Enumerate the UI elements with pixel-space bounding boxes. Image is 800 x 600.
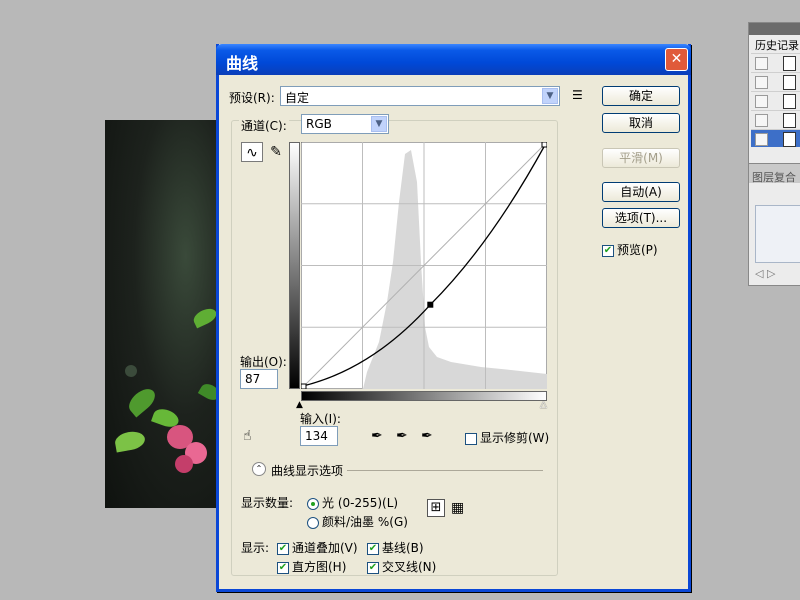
baseline-row[interactable]: ✔ 基线(B) <box>367 539 424 556</box>
history-doc-icon <box>783 56 796 71</box>
channel-select[interactable]: RGB ▼ <box>301 114 389 134</box>
auto-button[interactable]: 自动(A) <box>602 182 680 202</box>
curve-endpoint-white[interactable] <box>541 141 548 148</box>
show-clipping-label: 显示修剪(W) <box>480 431 550 445</box>
crosshair-row[interactable]: ✔ 交叉线(N) <box>367 558 436 575</box>
history-doc-icon <box>783 132 796 147</box>
histogram-label: 直方图(H) <box>292 560 347 574</box>
output-gradient-bar <box>289 142 300 389</box>
input-gradient-bar <box>301 391 547 401</box>
pigment-radio[interactable] <box>307 516 319 529</box>
close-icon[interactable]: ✕ <box>665 48 688 71</box>
separator <box>347 470 543 471</box>
history-row[interactable] <box>751 91 800 109</box>
pigment-radio-row[interactable]: 颜料/油墨 %(G) <box>307 513 408 530</box>
show-clipping-row[interactable]: 显示修剪(W) <box>465 429 549 446</box>
channel-overlay-row[interactable]: ✔ 通道叠加(V) <box>277 539 358 556</box>
crosshair-label: 交叉线(N) <box>382 560 437 574</box>
history-row[interactable] <box>751 53 800 71</box>
curve-control-point[interactable] <box>427 301 434 308</box>
history-row-selected[interactable] <box>751 129 800 147</box>
show-label: 显示: <box>241 541 270 555</box>
preset-options-icon[interactable]: ☰ <box>572 88 583 102</box>
channel-overlay-checkbox[interactable]: ✔ <box>277 542 289 555</box>
curve-graph[interactable] <box>300 141 548 390</box>
show-amount-label: 显示数量: <box>241 496 294 510</box>
detailed-grid-icon[interactable]: ▦ <box>451 499 464 517</box>
history-checkbox[interactable] <box>755 57 768 70</box>
history-row[interactable] <box>751 110 800 128</box>
history-checkbox[interactable] <box>755 76 768 89</box>
history-row[interactable] <box>751 72 800 90</box>
history-doc-icon <box>783 94 796 109</box>
baseline-checkbox[interactable]: ✔ <box>367 542 379 555</box>
input-label: 输入(I): <box>300 412 341 426</box>
preset-select[interactable]: 自定 ▼ <box>280 86 560 106</box>
show-clipping-checkbox[interactable] <box>465 432 477 445</box>
history-doc-icon <box>783 75 796 90</box>
leaf-shape <box>191 305 219 329</box>
light-radio[interactable] <box>307 497 319 510</box>
history-panel-header <box>749 23 800 35</box>
history-panel: 历史记录 图层复合 ◁ ▷ <box>748 22 800 286</box>
dialog-titlebar[interactable]: 曲线 ✕ <box>216 44 691 75</box>
dialog-title: 曲线 <box>226 54 259 73</box>
white-eyedropper-icon[interactable]: ✒ <box>421 428 437 444</box>
light-label: 光 (0-255)(L) <box>322 496 399 510</box>
preview-checkbox-row[interactable]: ✔ 预览(P) <box>602 241 658 258</box>
histogram-row[interactable]: ✔ 直方图(H) <box>277 558 346 575</box>
options-button[interactable]: 选项(T)... <box>602 208 680 228</box>
preview-label: 预览(P) <box>617 243 658 257</box>
layer-comps-area <box>755 205 800 263</box>
histogram-checkbox[interactable]: ✔ <box>277 561 289 574</box>
chevron-down-icon[interactable]: ▼ <box>542 88 558 104</box>
history-checkbox[interactable] <box>755 133 768 146</box>
history-checkbox[interactable] <box>755 95 768 108</box>
output-field[interactable]: 87 <box>240 369 278 389</box>
curves-dialog: 曲线 ✕ 预设(R): 自定 ▼ ☰ 确定 取消 平滑(M) 自动(A) 选项(… <box>216 44 691 592</box>
layer-comps-tab[interactable]: 图层复合 <box>752 169 796 185</box>
curve-options-label: 曲线显示选项 <box>271 464 344 478</box>
smooth-button[interactable]: 平滑(M) <box>602 148 680 168</box>
simple-grid-icon[interactable]: ⊞ <box>427 499 445 517</box>
history-doc-icon <box>783 113 796 128</box>
gray-eyedropper-icon[interactable]: ✒ <box>396 428 412 444</box>
history-tab[interactable]: 历史记录 <box>752 37 800 53</box>
input-field[interactable]: 134 <box>300 426 338 446</box>
background-photo <box>105 120 220 508</box>
layer-comp-arrows-icon[interactable]: ◁ ▷ <box>755 267 775 280</box>
crosshair-checkbox[interactable]: ✔ <box>367 561 379 574</box>
leaf-shape <box>113 429 147 453</box>
collapse-toggle-icon[interactable]: ⌃ <box>252 462 266 476</box>
curve-tool-icon[interactable]: ∿ <box>241 142 263 162</box>
baseline-label: 基线(B) <box>382 541 424 555</box>
on-image-adjust-hand-icon[interactable]: ☝ <box>243 428 252 444</box>
chevron-down-icon[interactable]: ▼ <box>371 116 387 132</box>
light-radio-row[interactable]: 光 (0-255)(L) <box>307 494 398 511</box>
cancel-button[interactable]: 取消 <box>602 113 680 133</box>
black-point-slider-icon[interactable]: ▲ <box>296 400 303 410</box>
curve-svg[interactable] <box>300 141 548 390</box>
curve-endpoint-black[interactable] <box>300 383 307 390</box>
pigment-label: 颜料/油墨 %(G) <box>322 515 408 529</box>
bokeh-shape <box>125 365 137 377</box>
preview-checkbox[interactable]: ✔ <box>602 244 614 257</box>
ok-button[interactable]: 确定 <box>602 86 680 106</box>
black-eyedropper-icon[interactable]: ✒ <box>371 428 387 444</box>
preset-label: 预设(R): <box>229 91 275 105</box>
pencil-icon[interactable]: ✎ <box>265 142 287 162</box>
channel-overlay-label: 通道叠加(V) <box>292 541 358 555</box>
history-checkbox[interactable] <box>755 114 768 127</box>
channel-value: RGB <box>306 117 332 131</box>
channel-label: 通道(C): <box>239 117 289 134</box>
flower-shape <box>175 455 193 473</box>
preset-value: 自定 <box>285 91 310 105</box>
white-point-slider-icon[interactable]: △ <box>540 400 547 410</box>
output-label: 输出(O): <box>240 355 287 369</box>
